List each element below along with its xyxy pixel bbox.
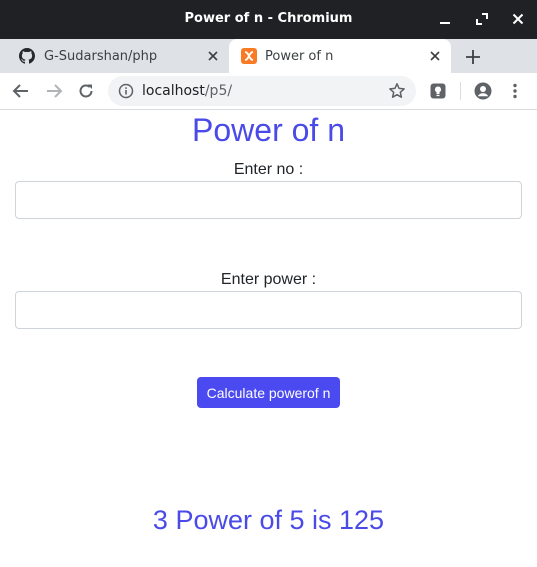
extension-icon[interactable]	[429, 82, 447, 100]
address-bar[interactable]: localhost/p5/	[108, 76, 416, 106]
bookmark-star-icon[interactable]	[388, 82, 406, 100]
url-text: localhost/p5/	[142, 83, 232, 99]
tab-label: Power of n	[265, 49, 334, 64]
xampp-icon	[241, 48, 257, 64]
close-tab-icon[interactable]	[428, 49, 442, 63]
forward-arrow-icon[interactable]	[45, 82, 63, 100]
tab-label: G-Sudarshan/php	[44, 49, 158, 64]
tab-power-of-n[interactable]: Power of n	[229, 39, 451, 73]
reload-icon[interactable]	[77, 82, 95, 100]
new-tab-icon[interactable]	[464, 48, 482, 66]
url-path: /p5/	[204, 83, 233, 99]
url-host: localhost	[142, 83, 205, 99]
info-icon[interactable]	[118, 83, 134, 99]
result-text: 3 Power of 5 is 125	[152, 505, 385, 535]
calculate-button[interactable]: Calculate powerof n	[197, 377, 340, 408]
close-tab-icon[interactable]	[206, 49, 220, 63]
github-icon	[19, 48, 35, 64]
page-content: Power of n Enter no : Enter power : Calc…	[0, 111, 537, 567]
back-arrow-icon[interactable]	[12, 82, 30, 100]
minimize-icon[interactable]	[435, 9, 455, 29]
toolbar-divider	[460, 82, 461, 100]
maximize-icon[interactable]	[472, 9, 492, 29]
number-input[interactable]	[15, 181, 522, 219]
browser-toolbar: localhost/p5/	[0, 73, 537, 110]
power-label: Enter power :	[220, 271, 317, 288]
profile-avatar-icon[interactable]	[474, 82, 492, 100]
page-heading: Power of n	[192, 112, 345, 148]
number-label: Enter no :	[233, 161, 304, 178]
close-window-icon[interactable]	[508, 9, 528, 29]
tab-strip: G-Sudarshan/php Power of n	[0, 39, 537, 73]
browser-window: Power of n - Chromium G-Sudarshan/php Po…	[0, 0, 537, 567]
window-title: Power of n - Chromium	[184, 11, 353, 26]
menu-dots-icon[interactable]	[506, 82, 524, 100]
power-input[interactable]	[15, 291, 522, 329]
title-bar: Power of n - Chromium	[0, 0, 537, 39]
tab-github[interactable]: G-Sudarshan/php	[0, 39, 229, 73]
